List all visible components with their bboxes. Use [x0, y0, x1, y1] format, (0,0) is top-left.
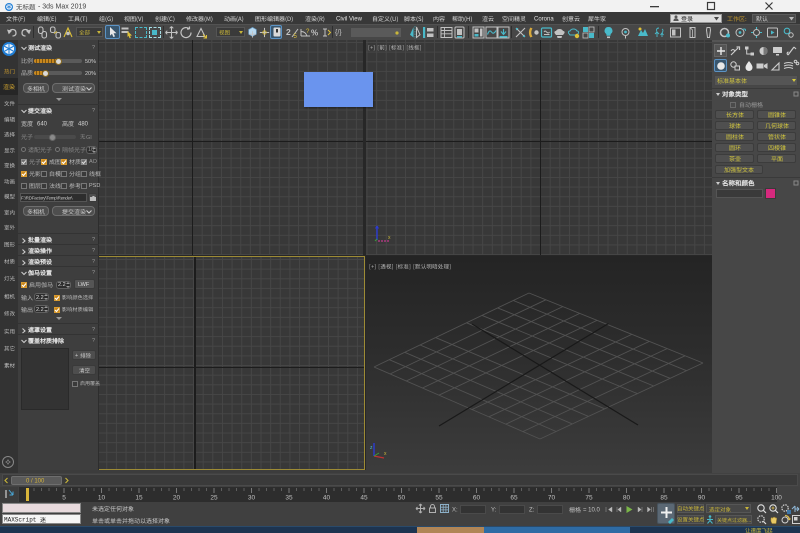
svg-text:Civil View: Civil View	[336, 17, 363, 23]
svg-text:AO: AO	[89, 159, 98, 165]
svg-text:PSD: PSD	[89, 183, 100, 189]
svg-text:?: ?	[92, 248, 95, 254]
svg-text:Y:: Y:	[491, 507, 497, 513]
svg-text:100: 100	[771, 495, 782, 502]
svg-text:20: 20	[173, 495, 181, 502]
svg-text:?: ?	[92, 259, 95, 265]
svg-text:20%: 20%	[85, 71, 96, 77]
svg-text:70: 70	[548, 495, 556, 502]
svg-text:50%: 50%	[85, 59, 96, 65]
svg-text:95: 95	[735, 495, 743, 502]
svg-text:?: ?	[306, 29, 310, 35]
svg-text:90: 90	[698, 495, 706, 502]
svg-text:35: 35	[285, 495, 293, 502]
svg-text:GI: GI	[86, 135, 92, 141]
svg-text:z: z	[370, 445, 373, 451]
svg-text:55: 55	[435, 495, 443, 502]
svg-text:X:: X:	[452, 507, 458, 513]
svg-text:80: 80	[623, 495, 631, 502]
svg-text:- 3ds Max 2019: - 3ds Max 2019	[38, 4, 86, 11]
svg-text:?: ?	[92, 237, 95, 243]
svg-text:50: 50	[398, 495, 406, 502]
svg-text:?: ?	[92, 327, 95, 333]
svg-text:75: 75	[585, 495, 593, 502]
svg-text:0 / 100: 0 / 100	[26, 478, 45, 484]
svg-text:25: 25	[210, 495, 218, 502]
svg-text:?: ?	[92, 45, 95, 51]
svg-text:30: 30	[248, 495, 256, 502]
svg-text:2.2: 2.2	[58, 282, 66, 288]
svg-text:10: 10	[98, 495, 106, 502]
svg-text:x: x	[384, 451, 387, 457]
svg-text:x: x	[388, 235, 391, 241]
svg-text:480: 480	[78, 122, 89, 128]
svg-text:5: 5	[62, 495, 66, 502]
svg-text:40: 40	[323, 495, 331, 502]
svg-text:LWF: LWF	[78, 282, 90, 288]
svg-text:65: 65	[510, 495, 518, 502]
svg-text:%: %	[311, 28, 318, 37]
svg-text:= 10.0: = 10.0	[583, 507, 601, 513]
svg-text:640: 640	[37, 122, 48, 128]
svg-text:?: ?	[92, 338, 95, 344]
svg-text:45: 45	[360, 495, 368, 502]
svg-text:F:\RDFactory\Temp\Render\: F:\RDFactory\Temp\Render\	[21, 195, 73, 200]
svg-text:{/}: {/}	[335, 29, 342, 36]
svg-text:15: 15	[135, 495, 143, 502]
svg-text:2.2: 2.2	[36, 295, 44, 301]
svg-text:85: 85	[660, 495, 668, 502]
svg-text:2.2: 2.2	[36, 307, 44, 313]
svg-text:Corona: Corona	[534, 17, 554, 23]
svg-text:?: ?	[92, 270, 95, 276]
svg-text:Z:: Z:	[529, 507, 535, 513]
svg-text:?: ?	[92, 108, 95, 114]
svg-text:60: 60	[473, 495, 481, 502]
svg-text:MAXScript: MAXScript	[4, 516, 36, 523]
svg-text:+: +	[75, 353, 78, 359]
